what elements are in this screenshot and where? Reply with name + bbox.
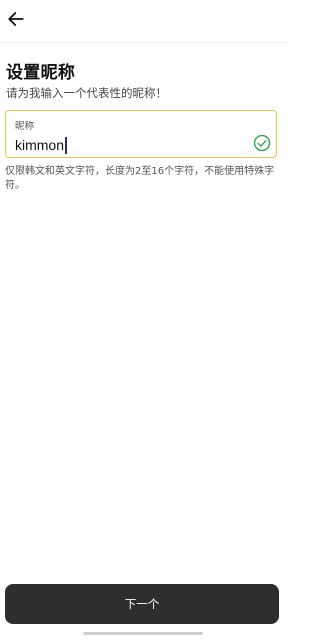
- home-indicator: [83, 632, 203, 635]
- nickname-field-label: 昵称: [15, 121, 35, 132]
- nickname-setup-screen: 设置昵称 请为我输入一个代表性的昵称！ 昵称 kimmon 仅限韩文和英文字符，…: [0, 0, 290, 640]
- nickname-field[interactable]: 昵称 kimmon: [5, 110, 277, 158]
- page-title: 设置昵称: [6, 63, 76, 83]
- check-circle-icon: [253, 134, 271, 152]
- top-bar: [0, 0, 290, 43]
- nickname-rules-hint: 仅限韩文和英文字符，长度为2至16个字符，不能使用特殊字符。: [5, 166, 275, 191]
- back-button[interactable]: [4, 7, 28, 31]
- page-subtitle: 请为我输入一个代表性的昵称！: [6, 86, 167, 100]
- text-cursor: [65, 136, 68, 154]
- arrow-left-icon: [8, 12, 24, 26]
- next-button[interactable]: 下一个: [5, 584, 279, 624]
- nickname-input[interactable]: kimmon: [14, 135, 245, 155]
- nickname-input-value: kimmon: [15, 137, 65, 153]
